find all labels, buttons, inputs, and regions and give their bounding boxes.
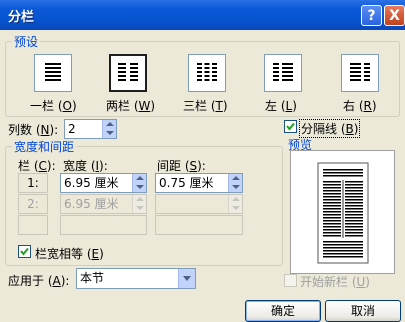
close-button[interactable]: X bbox=[384, 5, 405, 26]
column-2-width-spin bbox=[132, 195, 146, 213]
three-columns-icon bbox=[197, 63, 217, 81]
width-spacing-legend: 宽度和间距 bbox=[14, 140, 75, 154]
spin-up-icon[interactable] bbox=[102, 120, 116, 129]
ok-button[interactable]: 确定 bbox=[245, 300, 321, 322]
preset-left[interactable] bbox=[264, 54, 302, 92]
title-bar[interactable]: 分栏 ? X bbox=[0, 0, 405, 30]
column-header: 栏 (C): bbox=[18, 159, 56, 173]
column-count-spinner[interactable]: 2 bbox=[64, 119, 117, 139]
separator-label[interactable]: 分隔线 (B) bbox=[298, 119, 361, 138]
spin-down-icon[interactable] bbox=[132, 183, 146, 192]
presets-legend: 预设 bbox=[14, 35, 39, 49]
check-icon bbox=[286, 122, 295, 131]
spin-down-icon bbox=[132, 204, 146, 213]
column-1-spacing-spin[interactable] bbox=[228, 174, 242, 192]
preset-right[interactable] bbox=[341, 54, 379, 92]
column-number-2: 2: bbox=[18, 194, 48, 214]
two-columns-icon bbox=[118, 63, 138, 81]
spin-up-icon bbox=[132, 195, 146, 204]
column-2-width-field[interactable]: 6.95 厘米 bbox=[60, 194, 147, 214]
preset-one-column[interactable] bbox=[34, 54, 72, 92]
check-icon bbox=[20, 247, 29, 256]
new-column-label: 开始新栏 (U) bbox=[300, 275, 370, 289]
width-header: 宽度 (I): bbox=[63, 159, 108, 173]
column-2-width-value: 6.95 厘米 bbox=[64, 197, 119, 211]
column-3-width-field[interactable] bbox=[60, 215, 147, 235]
help-button[interactable]: ? bbox=[361, 5, 382, 26]
preset-three-label: 三栏 (T) bbox=[183, 99, 228, 113]
spin-up-icon[interactable] bbox=[228, 174, 242, 183]
column-2-spacing-field[interactable] bbox=[155, 194, 243, 214]
dialog-title: 分栏 bbox=[8, 10, 35, 25]
column-1-spacing-field[interactable]: 0.75 厘米 bbox=[155, 173, 243, 193]
preset-two-columns[interactable] bbox=[109, 54, 147, 92]
preset-three-columns[interactable] bbox=[188, 54, 226, 92]
column-count-label: 列数 (N): bbox=[8, 123, 59, 137]
spin-down-icon bbox=[228, 204, 242, 213]
new-column-checkbox[interactable] bbox=[284, 274, 297, 287]
column-count-spin[interactable] bbox=[102, 120, 116, 138]
preset-one-label: 一栏 (O) bbox=[30, 99, 77, 113]
right-column-icon bbox=[350, 63, 370, 81]
apply-to-dropdown[interactable]: 本节 bbox=[76, 268, 196, 289]
preview-pane bbox=[290, 150, 395, 274]
left-column-icon bbox=[273, 63, 293, 81]
apply-to-label: 应用于 (A): bbox=[8, 274, 70, 288]
column-1-spacing-value: 0.75 厘米 bbox=[159, 176, 214, 190]
apply-to-value: 本节 bbox=[80, 271, 105, 285]
column-2-spacing-spin bbox=[228, 195, 242, 213]
preset-left-label: 左 (L) bbox=[265, 99, 297, 113]
spacing-header: 间距 (S): bbox=[157, 159, 206, 173]
cancel-button[interactable]: 取消 bbox=[325, 300, 401, 322]
one-column-icon bbox=[45, 63, 61, 81]
column-1-width-field[interactable]: 6.95 厘米 bbox=[60, 173, 147, 193]
column-1-width-spin[interactable] bbox=[132, 174, 146, 192]
column-count-value: 2 bbox=[68, 122, 76, 136]
spin-down-icon[interactable] bbox=[228, 183, 242, 192]
column-number-1: 1: bbox=[18, 173, 48, 193]
equal-width-label[interactable]: 栏宽相等 (E) bbox=[35, 245, 104, 262]
columns-dialog: 分栏 ? X 预设 一栏 (O) 两栏 (W) 三栏 (T) 左 (L) 右 (… bbox=[0, 0, 405, 322]
preset-right-label: 右 (R) bbox=[343, 99, 377, 113]
spin-up-icon[interactable] bbox=[132, 174, 146, 183]
page-preview-image bbox=[317, 162, 369, 264]
chevron-down-icon[interactable] bbox=[178, 269, 195, 288]
spin-down-icon[interactable] bbox=[102, 129, 116, 138]
column-1-width-value: 6.95 厘米 bbox=[64, 176, 119, 190]
equal-width-checkbox[interactable] bbox=[18, 245, 31, 258]
column-3-spacing-field[interactable] bbox=[155, 215, 243, 235]
column-number-3 bbox=[18, 215, 48, 235]
preset-two-label: 两栏 (W) bbox=[106, 99, 156, 113]
separator-checkbox[interactable] bbox=[284, 120, 297, 133]
spin-up-icon bbox=[228, 195, 242, 204]
